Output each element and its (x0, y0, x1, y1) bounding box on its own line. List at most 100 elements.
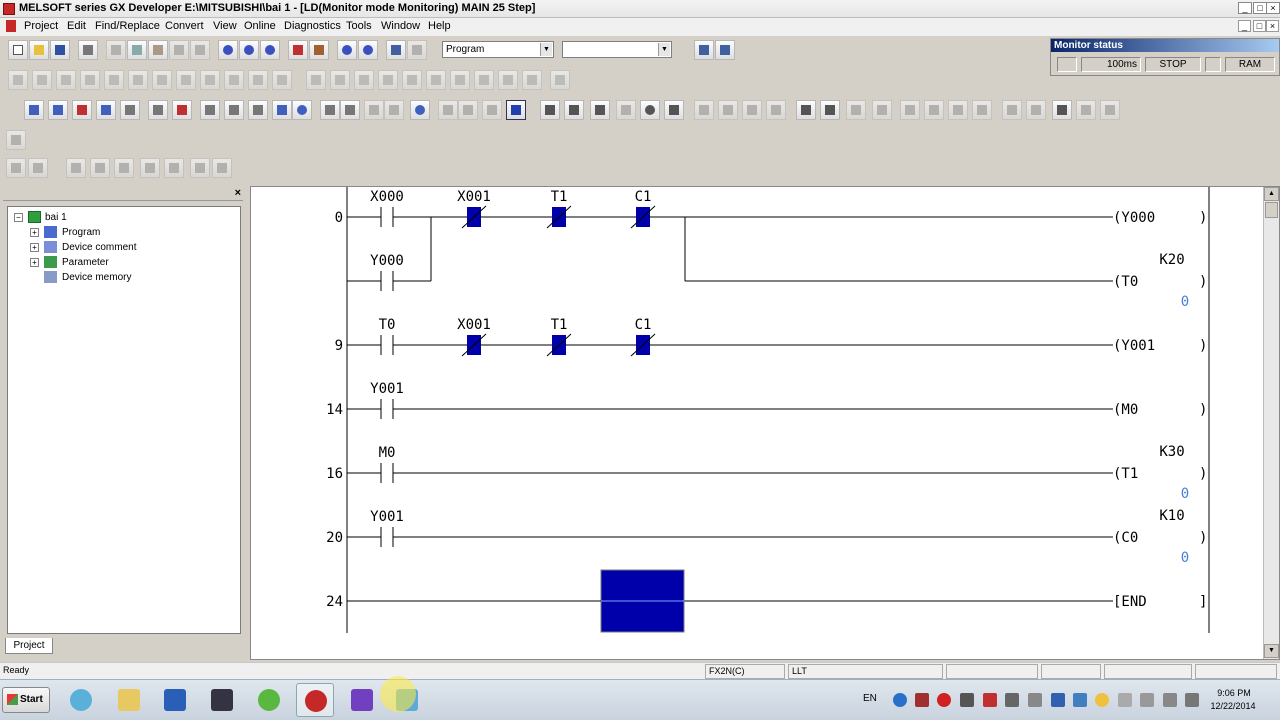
monitor-mode-button[interactable] (337, 40, 357, 60)
minimize-button[interactable]: _ (1238, 2, 1252, 14)
sfc-tool-6-button[interactable] (128, 70, 148, 90)
tool-h-button[interactable] (948, 100, 968, 120)
tray-volume-icon[interactable] (1163, 693, 1177, 707)
menu-diagnostics[interactable]: Diagnostics (284, 20, 341, 32)
parallel-closed-contact-button[interactable] (616, 100, 636, 120)
scroll-up-icon[interactable]: ▲ (1264, 187, 1279, 201)
save-button[interactable] (50, 40, 70, 60)
sfc-tool-9-button[interactable] (200, 70, 220, 90)
sfc-tool-19-button[interactable] (450, 70, 470, 90)
find-step-button[interactable] (260, 40, 280, 60)
sfc-tool-21-button[interactable] (498, 70, 518, 90)
expand-icon[interactable]: + (30, 228, 39, 237)
label-button[interactable] (248, 100, 268, 120)
insert-mode-button[interactable] (48, 100, 68, 120)
taskbar-app-sync[interactable] (62, 683, 100, 717)
tool-j-button[interactable] (1002, 100, 1022, 120)
operation-result-button[interactable] (1052, 100, 1072, 120)
tool-g-button[interactable] (924, 100, 944, 120)
parallel-open-contact-button[interactable] (564, 100, 584, 120)
tree-root[interactable]: bai 1 (45, 211, 67, 224)
prog-tool-4-button[interactable] (90, 158, 110, 178)
parallel-falling-button[interactable] (872, 100, 892, 120)
expand-icon[interactable]: + (30, 243, 39, 252)
horizontal-line-button[interactable] (718, 100, 738, 120)
monitor-write-button[interactable] (358, 40, 378, 60)
tray-monitor-icon[interactable] (1051, 693, 1065, 707)
sfc-tool-10-button[interactable] (224, 70, 244, 90)
prog-tool-7-button[interactable] (164, 158, 184, 178)
clock-date[interactable]: 12/22/2014 (1206, 701, 1260, 711)
coil-button[interactable] (640, 100, 660, 120)
sfc-tool-3-button[interactable] (56, 70, 76, 90)
taskbar-app-media[interactable] (343, 683, 381, 717)
prog-tool-9-button[interactable] (212, 158, 232, 178)
new-project-button[interactable] (8, 40, 28, 60)
taskbar-app-explorer[interactable] (110, 683, 148, 717)
tool-b-button[interactable] (384, 100, 404, 120)
macro-button[interactable] (224, 100, 244, 120)
close-button[interactable]: × (1266, 2, 1280, 14)
alias-edit-button[interactable] (200, 100, 220, 120)
parallel-rising-button[interactable] (846, 100, 866, 120)
vertical-line-button[interactable] (694, 100, 714, 120)
sfc-tool-7-button[interactable] (152, 70, 172, 90)
menu-edit[interactable]: Edit (67, 20, 86, 32)
sfc-tool-20-button[interactable] (474, 70, 494, 90)
delete-vertical-button[interactable] (742, 100, 762, 120)
tray-flag-icon[interactable] (1118, 693, 1132, 707)
expand-icon[interactable]: + (30, 258, 39, 267)
tray-wifi-icon[interactable] (1185, 693, 1199, 707)
sfc-tool-12-button[interactable] (272, 70, 292, 90)
device-batch-button[interactable] (386, 40, 406, 60)
rising-pulse-button[interactable] (796, 100, 816, 120)
tool-f-button[interactable] (900, 100, 920, 120)
ladder-mode-button[interactable] (715, 40, 735, 60)
sfc-tool-17-button[interactable] (402, 70, 422, 90)
tray-network-icon[interactable] (893, 693, 907, 707)
sfc-tool-4-button[interactable] (80, 70, 100, 90)
note-edit-button[interactable] (172, 100, 192, 120)
maximize-button[interactable]: □ (1253, 2, 1267, 14)
tray-antivirus-icon[interactable] (983, 693, 997, 707)
tray-device-icon[interactable] (1005, 693, 1019, 707)
prog-tool-8-button[interactable] (190, 158, 210, 178)
prog-tool-2-button[interactable] (28, 158, 48, 178)
mdi-close-button[interactable]: × (1266, 20, 1279, 32)
close-icon[interactable]: × (235, 187, 241, 199)
menu-online[interactable]: Online (244, 20, 276, 32)
tool-d-button[interactable] (458, 100, 478, 120)
document-menu-icon[interactable] (6, 20, 16, 32)
taskbar-app-melsoft[interactable] (296, 683, 334, 717)
taskbar-app-tool[interactable] (203, 683, 241, 717)
find-instruction-button[interactable] (239, 40, 259, 60)
tree-item-device-memory[interactable]: Device memory (62, 271, 131, 284)
sfc-tool-13-button[interactable] (306, 70, 326, 90)
tray-display-icon[interactable] (1073, 693, 1087, 707)
collapse-icon[interactable]: − (14, 213, 23, 222)
tray-power-icon[interactable] (1140, 693, 1154, 707)
sfc-tool-16-button[interactable] (378, 70, 398, 90)
tool-a-button[interactable] (364, 100, 384, 120)
prog-tool-3-button[interactable] (66, 158, 86, 178)
write-mode-button[interactable] (96, 100, 116, 120)
sfc-tool-2-button[interactable] (32, 70, 52, 90)
comment-edit-button[interactable] (120, 100, 140, 120)
zoom-in-button[interactable] (320, 100, 340, 120)
sfc-tool-23-button[interactable] (550, 70, 570, 90)
scroll-thumb[interactable] (1265, 202, 1278, 218)
closed-contact-button[interactable] (590, 100, 610, 120)
tray-tool-icon[interactable] (1028, 693, 1042, 707)
tree-item-device-comment[interactable]: Device comment (62, 241, 136, 254)
taskbar-app-calc[interactable] (156, 683, 194, 717)
tool-m-button[interactable] (1100, 100, 1120, 120)
menu-convert[interactable]: Convert (165, 20, 204, 32)
vertical-scrollbar[interactable]: ▲ ▼ (1263, 187, 1279, 659)
tool-c-button[interactable] (438, 100, 458, 120)
tree-item-program[interactable]: Program (62, 226, 100, 239)
copy-button[interactable] (127, 40, 147, 60)
sfc-tool-15-button[interactable] (354, 70, 374, 90)
falling-pulse-button[interactable] (820, 100, 840, 120)
device-list-button[interactable] (272, 100, 292, 120)
menu-project[interactable]: Project (24, 20, 58, 32)
